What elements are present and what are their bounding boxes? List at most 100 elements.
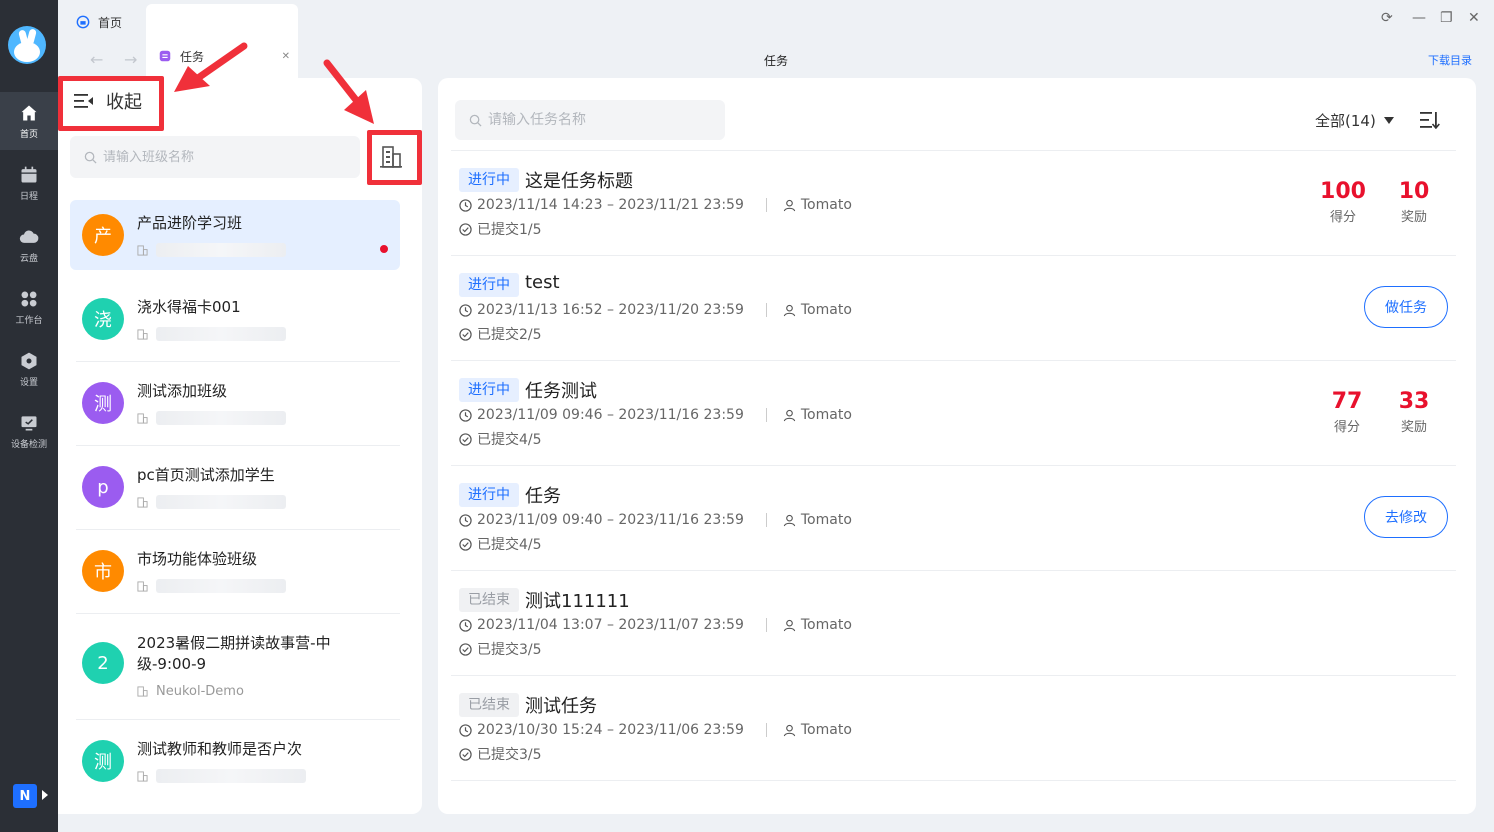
class-org (137, 327, 286, 341)
score-label: 得分 (1329, 210, 1356, 225)
reward-label: 奖励 (1400, 210, 1427, 225)
task-row[interactable]: 进行中 任务测试 2023/11/09 09:46 – 2023/11/16 2… (451, 361, 1456, 466)
building-icon (137, 686, 148, 697)
dropdown-triangle-icon (1383, 117, 1394, 124)
class-org (137, 579, 286, 593)
task-submitted: 已提交2/5 (477, 327, 542, 343)
rail-item-home[interactable]: 首页 (0, 92, 58, 150)
rail-bottom-app-button[interactable]: N (13, 784, 37, 808)
class-search-input[interactable] (103, 149, 343, 165)
check-circle-icon (459, 327, 472, 341)
rail-item-cloud[interactable]: 云盘 (0, 216, 58, 274)
do-task-button[interactable]: 做任务 (1364, 286, 1448, 328)
rail-label: 首页 (19, 129, 38, 140)
expand-arrow-icon[interactable] (42, 790, 48, 800)
collapse-button[interactable]: 收起 (74, 88, 142, 114)
settings-icon (21, 352, 37, 369)
class-item[interactable]: 测 测试添加班级 (70, 368, 400, 446)
blurred-org-name (156, 411, 286, 425)
left-rail: 首页 日程 云盘 工作台 设置 设备检测 N (0, 0, 58, 832)
task-row[interactable]: 进行中 这是任务标题 2023/11/14 14:23 – 2023/11/21… (451, 151, 1456, 256)
task-submitted: 已提交4/5 (477, 432, 542, 448)
task-owner: Tomato (800, 512, 852, 528)
status-badge: 进行中 (459, 273, 519, 297)
task-search-box (455, 100, 725, 140)
class-org-name: Neukol-Demo (156, 684, 244, 699)
app-logo[interactable] (8, 26, 46, 64)
class-item[interactable]: p pc首页测试添加学生 (70, 452, 400, 530)
task-title: 任务测试 (525, 381, 597, 402)
task-meta: 2023/11/09 09:40 – 2023/11/16 23:59 Toma… (459, 512, 852, 528)
task-time: 2023/11/09 09:46 – 2023/11/16 23:59 (477, 407, 744, 423)
task-title: 测试111111 (525, 591, 630, 612)
building-icon (137, 580, 148, 592)
check-circle-icon (459, 642, 472, 656)
task-time: 2023/11/04 13:07 – 2023/11/07 23:59 (477, 617, 744, 633)
task-time: 2023/11/14 14:23 – 2023/11/21 23:59 (477, 197, 744, 213)
clock-icon (459, 513, 472, 527)
task-row[interactable]: 已结束 测试任务 2023/10/30 15:24 – 2023/11/06 2… (451, 676, 1456, 781)
status-badge: 进行中 (459, 483, 519, 507)
rail-item-settings[interactable]: 设置 (0, 340, 58, 398)
class-name: 测试教师和教师是否户次 (137, 740, 303, 758)
tab-home[interactable]: 首页 (76, 4, 122, 40)
task-owner: Tomato (800, 197, 852, 213)
task-search-input[interactable] (488, 112, 708, 128)
rail-label: 工作台 (15, 315, 43, 326)
class-name: pc首页测试添加学生 (137, 466, 275, 484)
class-item[interactable]: 产 产品进阶学习班 (70, 200, 400, 270)
task-row[interactable]: 已结束 测试111111 2023/11/04 13:07 – 2023/11/… (451, 571, 1456, 676)
edit-task-button[interactable]: 去修改 (1364, 496, 1448, 538)
task-owner: Tomato (800, 722, 852, 738)
class-name: 产品进阶学习班 (137, 214, 243, 232)
class-org (137, 411, 286, 425)
class-item[interactable]: 测 测试教师和教师是否户次 (70, 726, 400, 796)
task-row[interactable]: 进行中 test 2023/11/13 16:52 – 2023/11/20 2… (451, 256, 1456, 361)
reward-value: 10 (1398, 179, 1430, 204)
refresh-icon[interactable]: ⟳ (1381, 10, 1393, 26)
task-row[interactable]: 进行中 任务 2023/11/09 09:40 – 2023/11/16 23:… (451, 466, 1456, 571)
search-icon (84, 151, 97, 164)
task-meta: 2023/11/04 13:07 – 2023/11/07 23:59 Toma… (459, 617, 852, 633)
user-icon (783, 199, 796, 211)
rail-item-workbench[interactable]: 工作台 (0, 278, 58, 336)
status-filter-dropdown[interactable]: 全部(14) (1315, 110, 1394, 131)
avatar: 浇 (82, 298, 124, 340)
task-owner: Tomato (800, 617, 852, 633)
task-submission: 已提交2/5 (459, 324, 542, 344)
task-owner: Tomato (800, 302, 852, 318)
task-submission: 已提交4/5 (459, 534, 542, 554)
clock-icon (459, 303, 472, 317)
search-icon (469, 114, 482, 127)
task-submitted: 已提交3/5 (477, 642, 542, 658)
restore-icon[interactable]: ❐ (1440, 10, 1453, 26)
class-org (137, 243, 286, 257)
rail-item-device-check[interactable]: 设备检测 (0, 402, 58, 460)
sort-icon[interactable] (1420, 111, 1440, 129)
task-meta: 2023/11/14 14:23 – 2023/11/21 23:59 Toma… (459, 197, 852, 213)
class-item[interactable]: 浇 浇水得福卡001 (70, 284, 400, 362)
task-meta: 2023/10/30 15:24 – 2023/11/06 23:59 Toma… (459, 722, 852, 738)
task-meta: 2023/11/13 16:52 – 2023/11/20 23:59 Toma… (459, 302, 852, 318)
rail-item-schedule[interactable]: 日程 (0, 154, 58, 212)
cloud-icon (19, 229, 39, 243)
avatar: 2 (82, 642, 124, 684)
class-item[interactable]: 市 市场功能体验班级 (70, 536, 400, 614)
class-org (137, 495, 286, 509)
check-circle-icon (459, 222, 472, 236)
clock-icon (459, 198, 472, 212)
home-icon (21, 105, 37, 120)
rail-label: 云盘 (19, 253, 38, 264)
task-title: 任务 (525, 486, 561, 507)
user-icon (783, 514, 796, 526)
status-badge: 已结束 (459, 693, 519, 717)
download-directory-link[interactable]: 下载目录 (1428, 52, 1472, 68)
score-value: 77 (1331, 389, 1363, 414)
reward-label: 奖励 (1400, 420, 1427, 435)
minimize-icon[interactable]: — (1412, 10, 1426, 26)
class-item[interactable]: 2 2023暑假二期拼读故事营-中级-9:00-9 Neukol-Demo (70, 620, 400, 720)
organization-icon[interactable] (378, 144, 404, 170)
blurred-org-name (156, 769, 306, 783)
blurred-org-name (156, 243, 286, 257)
window-close-icon[interactable]: ✕ (1468, 10, 1480, 26)
